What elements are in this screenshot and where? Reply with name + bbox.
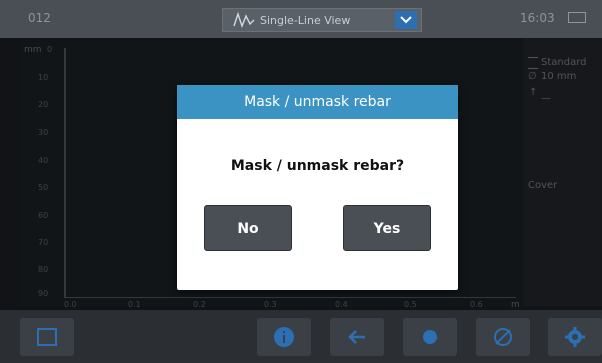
diameter-icon [494, 328, 512, 346]
top-bar: 012 Single-Line View 16:03 [0, 0, 602, 38]
view-selector[interactable]: Single-Line View [222, 8, 422, 32]
object-id: 012 [28, 11, 51, 25]
view-title: Single-Line View [260, 14, 351, 27]
fullscreen-icon [37, 328, 57, 346]
dialog-message: Mask / unmask rebar? [230, 158, 405, 174]
single-line-icon [233, 11, 255, 29]
fullscreen-button[interactable] [20, 318, 74, 356]
dialog-header: Mask / unmask rebar [177, 85, 458, 119]
no-button[interactable]: No [204, 205, 292, 251]
yes-button[interactable]: Yes [343, 205, 431, 251]
record-icon [423, 330, 437, 344]
diameter-button[interactable] [476, 318, 530, 356]
view-dropdown-button[interactable] [395, 11, 417, 29]
back-button[interactable] [330, 318, 384, 356]
chevron-down-icon [400, 16, 412, 24]
mask-unmask-dialog: Mask / unmask rebar Mask / unmask rebar?… [177, 85, 458, 290]
settings-button[interactable] [548, 318, 602, 356]
info-icon [274, 327, 294, 347]
dialog-title: Mask / unmask rebar [244, 94, 391, 110]
clock: 16:03 [520, 11, 555, 25]
record-button[interactable] [403, 318, 457, 356]
settings-icon [565, 327, 585, 347]
battery-icon [568, 12, 586, 23]
screen: 012 Single-Line View 16:03 mm 0 10 20 30… [0, 0, 602, 363]
back-arrow-icon [348, 330, 365, 344]
info-button[interactable] [257, 318, 311, 356]
